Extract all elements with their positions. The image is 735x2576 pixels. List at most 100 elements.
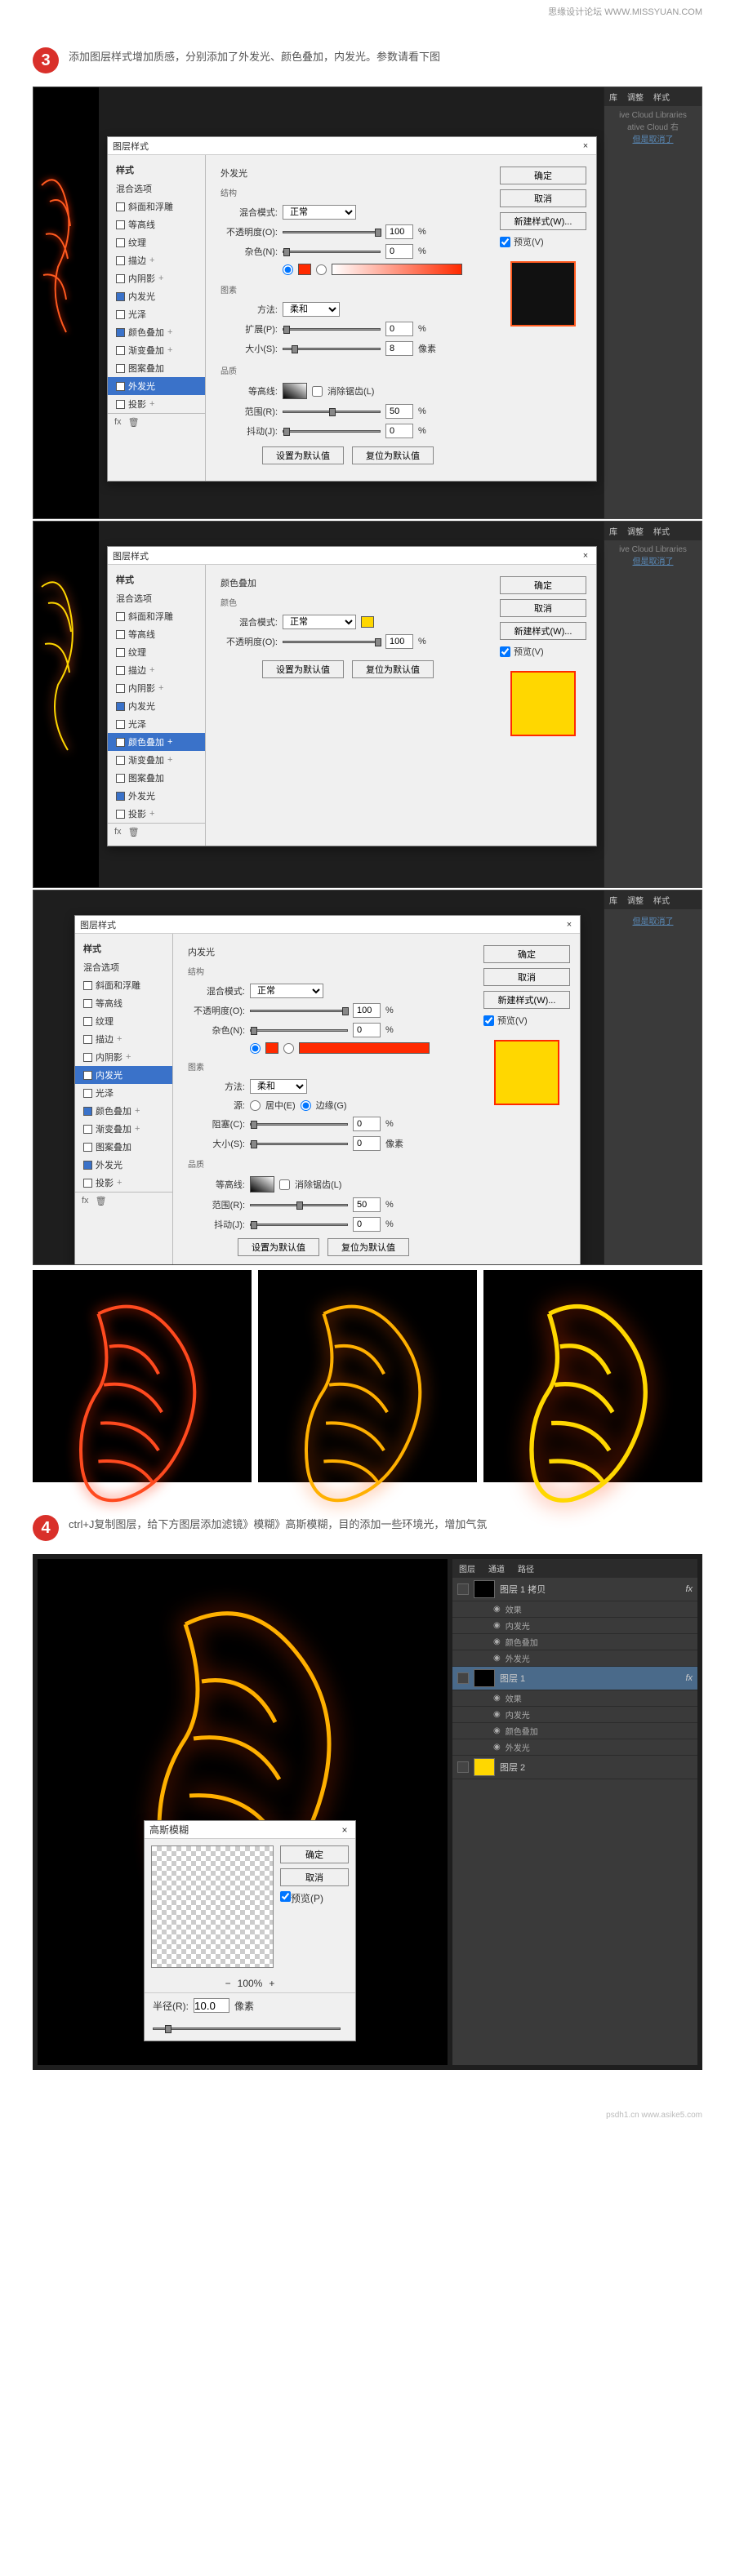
blend-mode-select[interactable]: 正常	[250, 984, 323, 998]
source-edge-radio[interactable]	[301, 1100, 311, 1111]
opacity-value[interactable]	[385, 634, 413, 649]
fx-inner-glow[interactable]: ◉内发光	[452, 1618, 697, 1634]
contour-picker[interactable]	[250, 1176, 274, 1193]
visibility-icon[interactable]	[457, 1583, 469, 1595]
visibility-icon[interactable]	[457, 1672, 469, 1684]
ps-right-panels: 库调整样式 ive Cloud Libraries但是取消了	[604, 522, 702, 887]
close-icon[interactable]: ×	[564, 919, 575, 930]
style-contour[interactable]: 等高线	[108, 215, 205, 233]
reset-default-button[interactable]: 复位为默认值	[352, 660, 434, 678]
opacity-value[interactable]	[385, 224, 413, 239]
visibility-icon[interactable]	[457, 1761, 469, 1773]
gauss-preview-check[interactable]	[280, 1891, 291, 1902]
close-icon[interactable]: ×	[580, 140, 591, 152]
opacity-slider[interactable]	[283, 641, 381, 643]
antialias-check[interactable]	[312, 386, 323, 397]
spread-slider[interactable]	[283, 328, 381, 331]
style-blend-options[interactable]: 混合选项	[108, 180, 205, 198]
reset-default-button[interactable]: 复位为默认值	[327, 1238, 409, 1256]
style-stroke[interactable]: 描边+	[108, 251, 205, 269]
noise-slider[interactable]	[283, 251, 381, 253]
cancel-button[interactable]: 取消	[500, 189, 586, 207]
radius-slider[interactable]	[153, 2027, 341, 2030]
ok-button[interactable]: 确定	[500, 576, 586, 594]
trash-icon[interactable]: 🗑	[128, 827, 140, 837]
preview-check[interactable]	[500, 646, 510, 657]
opacity-slider[interactable]	[283, 231, 381, 233]
tab-layers[interactable]: 图层	[452, 1559, 482, 1578]
range-value[interactable]	[385, 404, 413, 419]
style-color-overlay-selected[interactable]: 颜色叠加+	[108, 733, 205, 751]
style-inner-shadow[interactable]: 内阴影+	[108, 269, 205, 287]
neon-fist-svg	[483, 1270, 702, 1554]
close-icon[interactable]: ×	[580, 550, 591, 562]
style-inner-glow-selected[interactable]: 内发光	[75, 1066, 172, 1084]
set-default-button[interactable]: 设置为默认值	[262, 446, 344, 464]
reset-default-button[interactable]: 复位为默认值	[352, 446, 434, 464]
fx-outer-glow[interactable]: ◉外发光	[452, 1650, 697, 1667]
size-value[interactable]	[385, 341, 413, 356]
layer-row-1-selected[interactable]: 图层 1 fx	[452, 1667, 697, 1690]
fx-color-overlay[interactable]: ◉颜色叠加	[452, 1634, 697, 1650]
cc-link[interactable]: 但是取消了	[609, 132, 697, 144]
style-gradient-overlay[interactable]: 渐变叠加+	[108, 341, 205, 359]
tab-styles[interactable]: 样式	[648, 87, 675, 106]
fx-badge[interactable]: fx	[685, 1584, 693, 1594]
fx-icon[interactable]: fx	[114, 417, 122, 428]
ok-button[interactable]: 确定	[483, 945, 570, 963]
set-default-button[interactable]: 设置为默认值	[238, 1238, 319, 1256]
tab-adjust[interactable]: 调整	[622, 87, 648, 106]
jitter-slider[interactable]	[283, 430, 381, 433]
style-inner-glow[interactable]: 内发光	[108, 287, 205, 305]
gauss-preview-area[interactable]	[151, 1845, 274, 1968]
zoom-out-icon[interactable]: −	[225, 1978, 231, 1989]
glow-color-swatch[interactable]	[265, 1042, 278, 1054]
new-style-button[interactable]: 新建样式(W)...	[483, 991, 570, 1009]
jitter-value[interactable]	[385, 424, 413, 438]
range-slider[interactable]	[283, 411, 381, 413]
new-style-button[interactable]: 新建样式(W)...	[500, 622, 586, 640]
style-color-overlay[interactable]: 颜色叠加+	[108, 323, 205, 341]
new-style-button[interactable]: 新建样式(W)...	[500, 212, 586, 230]
glow-color-swatch[interactable]	[298, 264, 311, 275]
style-texture[interactable]: 纹理	[108, 233, 205, 251]
layer-row-bg[interactable]: 图层 2	[452, 1756, 697, 1779]
fx-effects[interactable]: ◉效果	[452, 1601, 697, 1618]
noise-value[interactable]	[385, 244, 413, 259]
contour-picker[interactable]	[283, 383, 307, 399]
cancel-button[interactable]: 取消	[483, 968, 570, 986]
method-select[interactable]: 柔和	[283, 302, 340, 317]
overlay-color-swatch[interactable]	[361, 616, 374, 628]
fx-badge[interactable]: fx	[685, 1673, 693, 1683]
radius-value[interactable]	[194, 1998, 229, 2013]
gauss-cancel-button[interactable]: 取消	[280, 1868, 349, 1886]
tab-paths[interactable]: 路径	[511, 1559, 541, 1578]
gauss-ok-button[interactable]: 确定	[280, 1845, 349, 1863]
glow-gradient[interactable]	[299, 1042, 430, 1054]
style-outer-glow-selected[interactable]: 外发光	[108, 377, 205, 395]
style-drop-shadow[interactable]: 投影+	[108, 395, 205, 413]
glow-gradient[interactable]	[332, 264, 462, 275]
style-pattern-overlay[interactable]: 图案叠加	[108, 359, 205, 377]
layer-row-copy[interactable]: 图层 1 拷贝 fx	[452, 1578, 697, 1601]
ok-button[interactable]: 确定	[500, 167, 586, 184]
blend-mode-select[interactable]: 正常	[283, 615, 356, 629]
cancel-button[interactable]: 取消	[500, 599, 586, 617]
source-center-radio[interactable]	[250, 1100, 261, 1111]
style-bevel[interactable]: 斜面和浮雕	[108, 198, 205, 215]
style-satin[interactable]: 光泽	[108, 305, 205, 323]
opacity-slider[interactable]	[250, 1010, 348, 1012]
size-slider[interactable]	[283, 348, 381, 350]
tab-lib[interactable]: 库	[604, 87, 622, 106]
zoom-in-icon[interactable]: +	[269, 1978, 274, 1989]
set-default-button[interactable]: 设置为默认值	[262, 660, 344, 678]
trash-icon[interactable]: 🗑	[96, 1196, 107, 1206]
preview-check[interactable]	[500, 237, 510, 247]
blend-mode-select[interactable]: 正常	[283, 205, 356, 220]
tab-channels[interactable]: 通道	[482, 1559, 511, 1578]
spread-value[interactable]	[385, 322, 413, 336]
close-icon[interactable]: ×	[339, 1824, 350, 1836]
gradient-radio[interactable]	[316, 264, 327, 275]
color-radio[interactable]	[283, 264, 293, 275]
trash-icon[interactable]: 🗑	[128, 417, 140, 428]
